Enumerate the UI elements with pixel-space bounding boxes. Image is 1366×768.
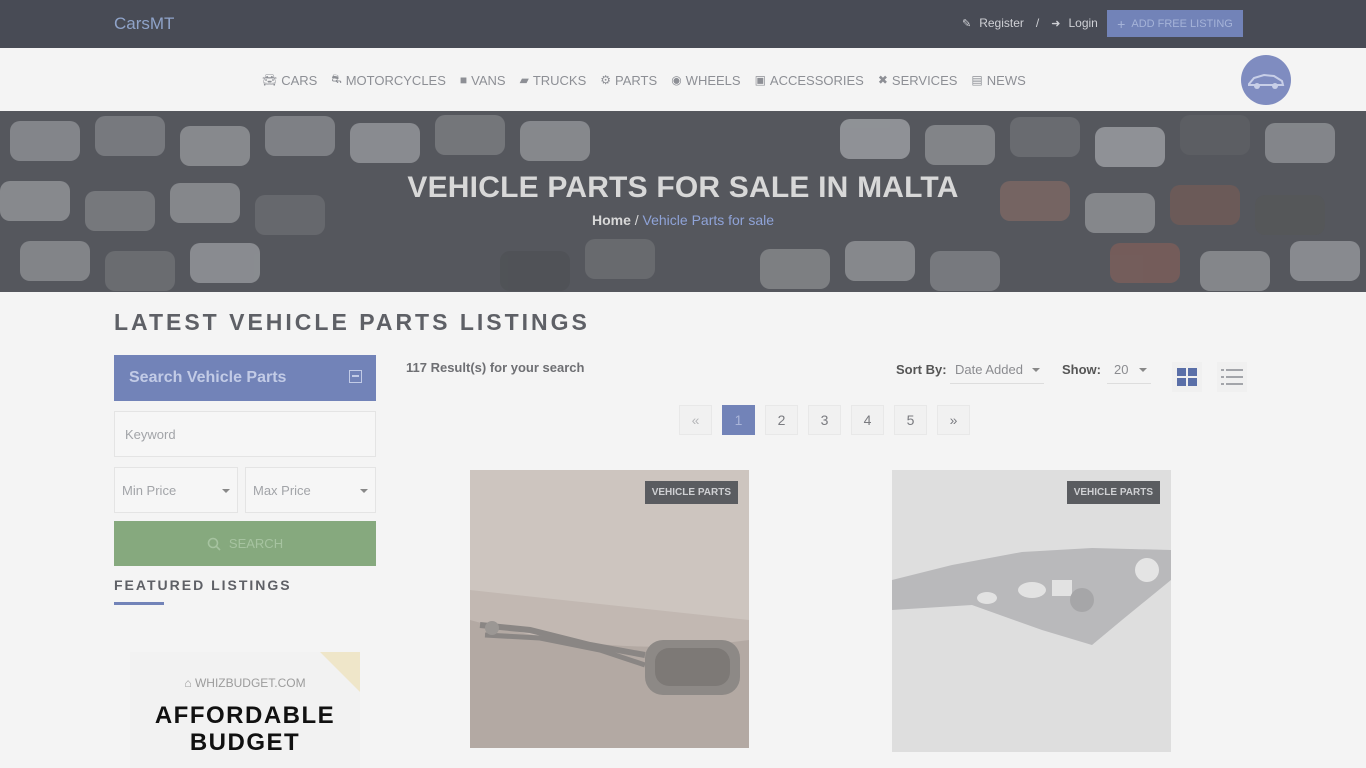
max-price-select[interactable]: Max Price: [245, 467, 376, 513]
advertisement-banner[interactable]: ⌂ WHIZBUDGET.COM AFFORDABLE BUDGET: [130, 652, 360, 768]
search-button[interactable]: SEARCH: [114, 521, 376, 566]
nav-item-label: TRUCKS: [532, 72, 587, 88]
nav-item-label: ACCESSORIES: [769, 72, 864, 88]
min-price-select[interactable]: Min Price: [114, 467, 238, 513]
tools-icon: ✖: [877, 73, 888, 87]
nav-items: 🚘︎ CARS ⛐ MOTORCYCLES ■ VANS ▰ TRUCKS ⚙ PARTS…: [262, 72, 1026, 88]
nav-item-vans[interactable]: ■ VANS: [460, 72, 506, 88]
truck-icon: ▰: [519, 73, 529, 87]
category-badge: VEHICLE PARTS: [644, 481, 738, 504]
pagination-page-3[interactable]: 3: [808, 405, 841, 435]
search-icon: [207, 537, 221, 551]
sort-by-select[interactable]: Date Added: [950, 356, 1044, 384]
pagination-prev[interactable]: «: [679, 405, 712, 435]
breadcrumb: Home / Vehicle Parts for sale: [0, 212, 1366, 228]
show-count-select[interactable]: 20: [1107, 356, 1151, 384]
chevron-down-icon: [1032, 368, 1040, 372]
ad-headline-line1: AFFORDABLE: [154, 702, 336, 729]
nav-item-news[interactable]: ▤ NEWS: [971, 72, 1025, 88]
car-icon: 🚘︎: [262, 73, 278, 87]
search-panel-header[interactable]: Search Vehicle Parts: [114, 355, 376, 401]
ad-site-name: ⌂ WHIZBUDGET.COM: [184, 676, 306, 690]
list-view-button[interactable]: [1217, 362, 1247, 392]
nav-item-label: SERVICES: [891, 72, 958, 88]
search-panel-title: Search Vehicle Parts: [129, 369, 287, 386]
nav-item-label: CARS: [281, 72, 318, 88]
link-separator: /: [1035, 16, 1040, 30]
site-logo-badge[interactable]: [1241, 55, 1291, 105]
breadcrumb-separator: /: [630, 212, 643, 228]
nav-item-accessories[interactable]: ▣ ACCESSORIES: [755, 72, 864, 88]
show-label: Show:: [1062, 362, 1101, 377]
min-price-label: Min Price: [122, 482, 177, 498]
results-count: 117 Result(s) for your search: [406, 360, 585, 375]
collapse-icon[interactable]: [349, 370, 362, 383]
breadcrumb-current: Vehicle Parts for sale: [642, 212, 775, 228]
news-icon: ▤: [971, 73, 983, 87]
listing-card[interactable]: VEHICLE PARTS: [892, 470, 1171, 752]
listing-card[interactable]: VEHICLE PARTS: [470, 470, 749, 748]
top-bar: CarsMT ✎ Register / ➜ Login + ADD FREE L…: [0, 0, 1366, 48]
pagination-page-1[interactable]: 1: [722, 405, 755, 435]
ad-headline-line2: BUDGET: [189, 729, 301, 756]
nav-item-trucks[interactable]: ▰ TRUCKS: [520, 72, 587, 88]
search-button-label: SEARCH: [228, 536, 284, 551]
accessories-icon: ▣: [754, 73, 766, 87]
ad-site-text: WHIZBUDGET.COM: [194, 676, 306, 690]
sort-by-value: Date Added: [955, 362, 1023, 377]
nav-item-label: VANS: [471, 72, 506, 88]
add-free-listing-button[interactable]: + ADD FREE LISTING: [1107, 10, 1243, 37]
pagination-page-4[interactable]: 4: [851, 405, 884, 435]
hero-banner: VEHICLE PARTS FOR SALE IN MALTA Home / V…: [0, 111, 1366, 292]
chevron-down-icon: [360, 489, 368, 493]
nav-item-label: NEWS: [986, 72, 1026, 88]
pencil-icon: ✎: [962, 17, 972, 30]
nav-item-services[interactable]: ✖ SERVICES: [878, 72, 958, 88]
pagination-next[interactable]: »: [937, 405, 970, 435]
wheel-icon: ◉: [671, 73, 682, 87]
grid-icon: [1177, 368, 1197, 386]
nav-item-label: WHEELS: [685, 72, 741, 88]
sort-by-label: Sort By:: [896, 362, 947, 377]
register-link[interactable]: Register: [979, 16, 1024, 30]
nav-item-motorcycles[interactable]: ⛐ MOTORCYCLES: [331, 72, 446, 88]
motorcycle-icon: ⛐: [331, 72, 342, 86]
nav-item-parts[interactable]: ⚙ PARTS: [600, 72, 657, 88]
van-icon: ■: [459, 73, 468, 87]
nav-item-label: MOTORCYCLES: [345, 72, 446, 88]
chevron-down-icon: [1139, 368, 1147, 372]
featured-listings-title: FEATURED LISTINGS: [114, 577, 292, 593]
nav-item-cars[interactable]: 🚘︎ CARS: [262, 72, 317, 88]
listing-image-exhaust[interactable]: [470, 470, 749, 748]
login-icon: ➜: [1051, 17, 1061, 30]
nav-item-wheels[interactable]: ◉ WHEELS: [671, 72, 740, 88]
car-logo-icon: [1248, 73, 1285, 89]
section-title: LATEST VEHICLE PARTS LISTINGS: [114, 309, 590, 335]
breadcrumb-home[interactable]: Home: [592, 212, 631, 228]
pagination-page-5[interactable]: 5: [894, 405, 927, 435]
chevron-down-icon: [222, 489, 230, 493]
main-nav: 🚘︎ CARS ⛐ MOTORCYCLES ■ VANS ▰ TRUCKS ⚙ PARTS…: [0, 48, 1366, 111]
keyword-input[interactable]: Keyword: [114, 411, 376, 457]
show-count-value: 20: [1114, 362, 1129, 377]
keyword-placeholder: Keyword: [125, 426, 176, 442]
grid-view-button[interactable]: [1172, 362, 1202, 392]
nav-item-label: PARTS: [615, 72, 658, 88]
pagination: « 1 2 3 4 5 »: [679, 405, 970, 435]
account-links: ✎ Register / ➜ Login: [962, 16, 1098, 30]
login-link[interactable]: Login: [1068, 16, 1097, 30]
featured-underline: [114, 602, 164, 605]
list-icon: [1221, 369, 1243, 385]
plus-icon: +: [1117, 15, 1126, 32]
brand-logo[interactable]: CarsMT: [114, 14, 174, 34]
parts-icon: ⚙: [600, 73, 612, 87]
add-free-listing-label: ADD FREE LISTING: [1131, 17, 1233, 30]
max-price-label: Max Price: [253, 482, 311, 498]
page-title: VEHICLE PARTS FOR SALE IN MALTA: [407, 171, 959, 204]
pagination-page-2[interactable]: 2: [765, 405, 798, 435]
category-badge: VEHICLE PARTS: [1066, 481, 1160, 504]
listing-image-control-arm[interactable]: [892, 470, 1171, 752]
